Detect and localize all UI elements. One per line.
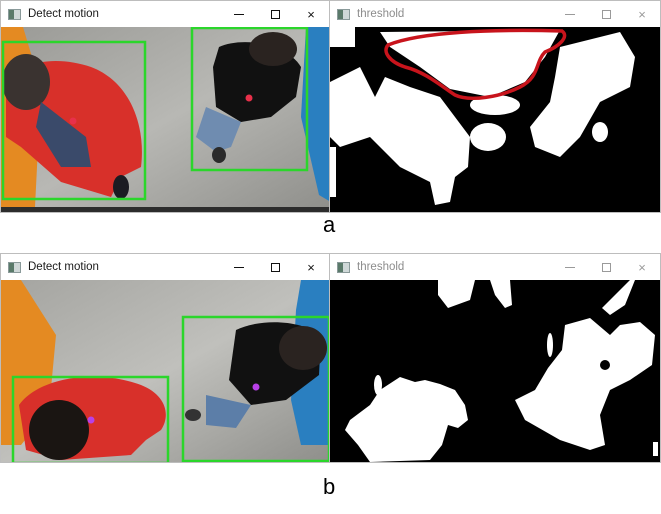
app-icon — [337, 8, 350, 20]
centroid-dot — [252, 383, 260, 391]
minimize-button[interactable] — [552, 1, 588, 27]
centroid-dot — [245, 94, 253, 102]
maximize-icon — [270, 262, 280, 272]
minimize-icon — [234, 266, 244, 268]
threshold-window-a: threshold × — [329, 0, 661, 213]
window-title: Detect motion — [28, 261, 99, 273]
person-red-head — [2, 54, 50, 110]
app-icon — [8, 261, 21, 273]
maximize-button[interactable] — [588, 254, 624, 280]
threshold-window-b: threshold × — [329, 253, 661, 463]
close-button[interactable]: × — [293, 1, 329, 27]
detect-motion-window-b: Detect motion × — [0, 253, 330, 463]
app-icon — [8, 8, 21, 20]
person-black-head — [279, 326, 327, 370]
centroid-dot — [87, 416, 95, 424]
close-button[interactable]: × — [624, 1, 660, 27]
person-black-head — [249, 32, 297, 66]
title-bar[interactable]: Detect motion × — [1, 254, 329, 280]
threshold-mask — [330, 27, 660, 212]
close-icon: × — [638, 259, 646, 275]
window-title: threshold — [357, 8, 405, 20]
minimize-icon — [234, 13, 244, 15]
person-red-head — [29, 400, 89, 460]
app-icon — [337, 261, 350, 273]
minimize-icon — [565, 266, 575, 268]
maximize-button[interactable] — [257, 1, 293, 27]
title-bar[interactable]: threshold × — [330, 254, 660, 280]
maximize-icon — [601, 9, 611, 19]
window-title: threshold — [357, 261, 405, 273]
minimize-button[interactable] — [221, 1, 257, 27]
close-icon: × — [638, 6, 646, 22]
centroid-dot — [69, 117, 77, 125]
window-title: Detect motion — [28, 8, 99, 20]
maximize-button[interactable] — [588, 1, 624, 27]
maximize-button[interactable] — [257, 254, 293, 280]
close-button[interactable]: × — [293, 254, 329, 280]
panel-label-b: b — [323, 474, 336, 499]
panel-label-a: a — [323, 212, 336, 237]
maximize-icon — [270, 9, 280, 19]
minimize-icon — [565, 13, 575, 15]
close-icon: × — [307, 259, 315, 275]
minimize-button[interactable] — [552, 254, 588, 280]
title-bar[interactable]: threshold × — [330, 1, 660, 27]
detect-motion-window-a: Detect motion × — [0, 0, 330, 213]
close-icon: × — [307, 6, 315, 22]
video-frame — [1, 280, 329, 462]
threshold-mask — [330, 280, 660, 462]
video-frame — [1, 27, 329, 212]
maximize-icon — [601, 262, 611, 272]
title-bar[interactable]: Detect motion × — [1, 1, 329, 27]
minimize-button[interactable] — [221, 254, 257, 280]
close-button[interactable]: × — [624, 254, 660, 280]
